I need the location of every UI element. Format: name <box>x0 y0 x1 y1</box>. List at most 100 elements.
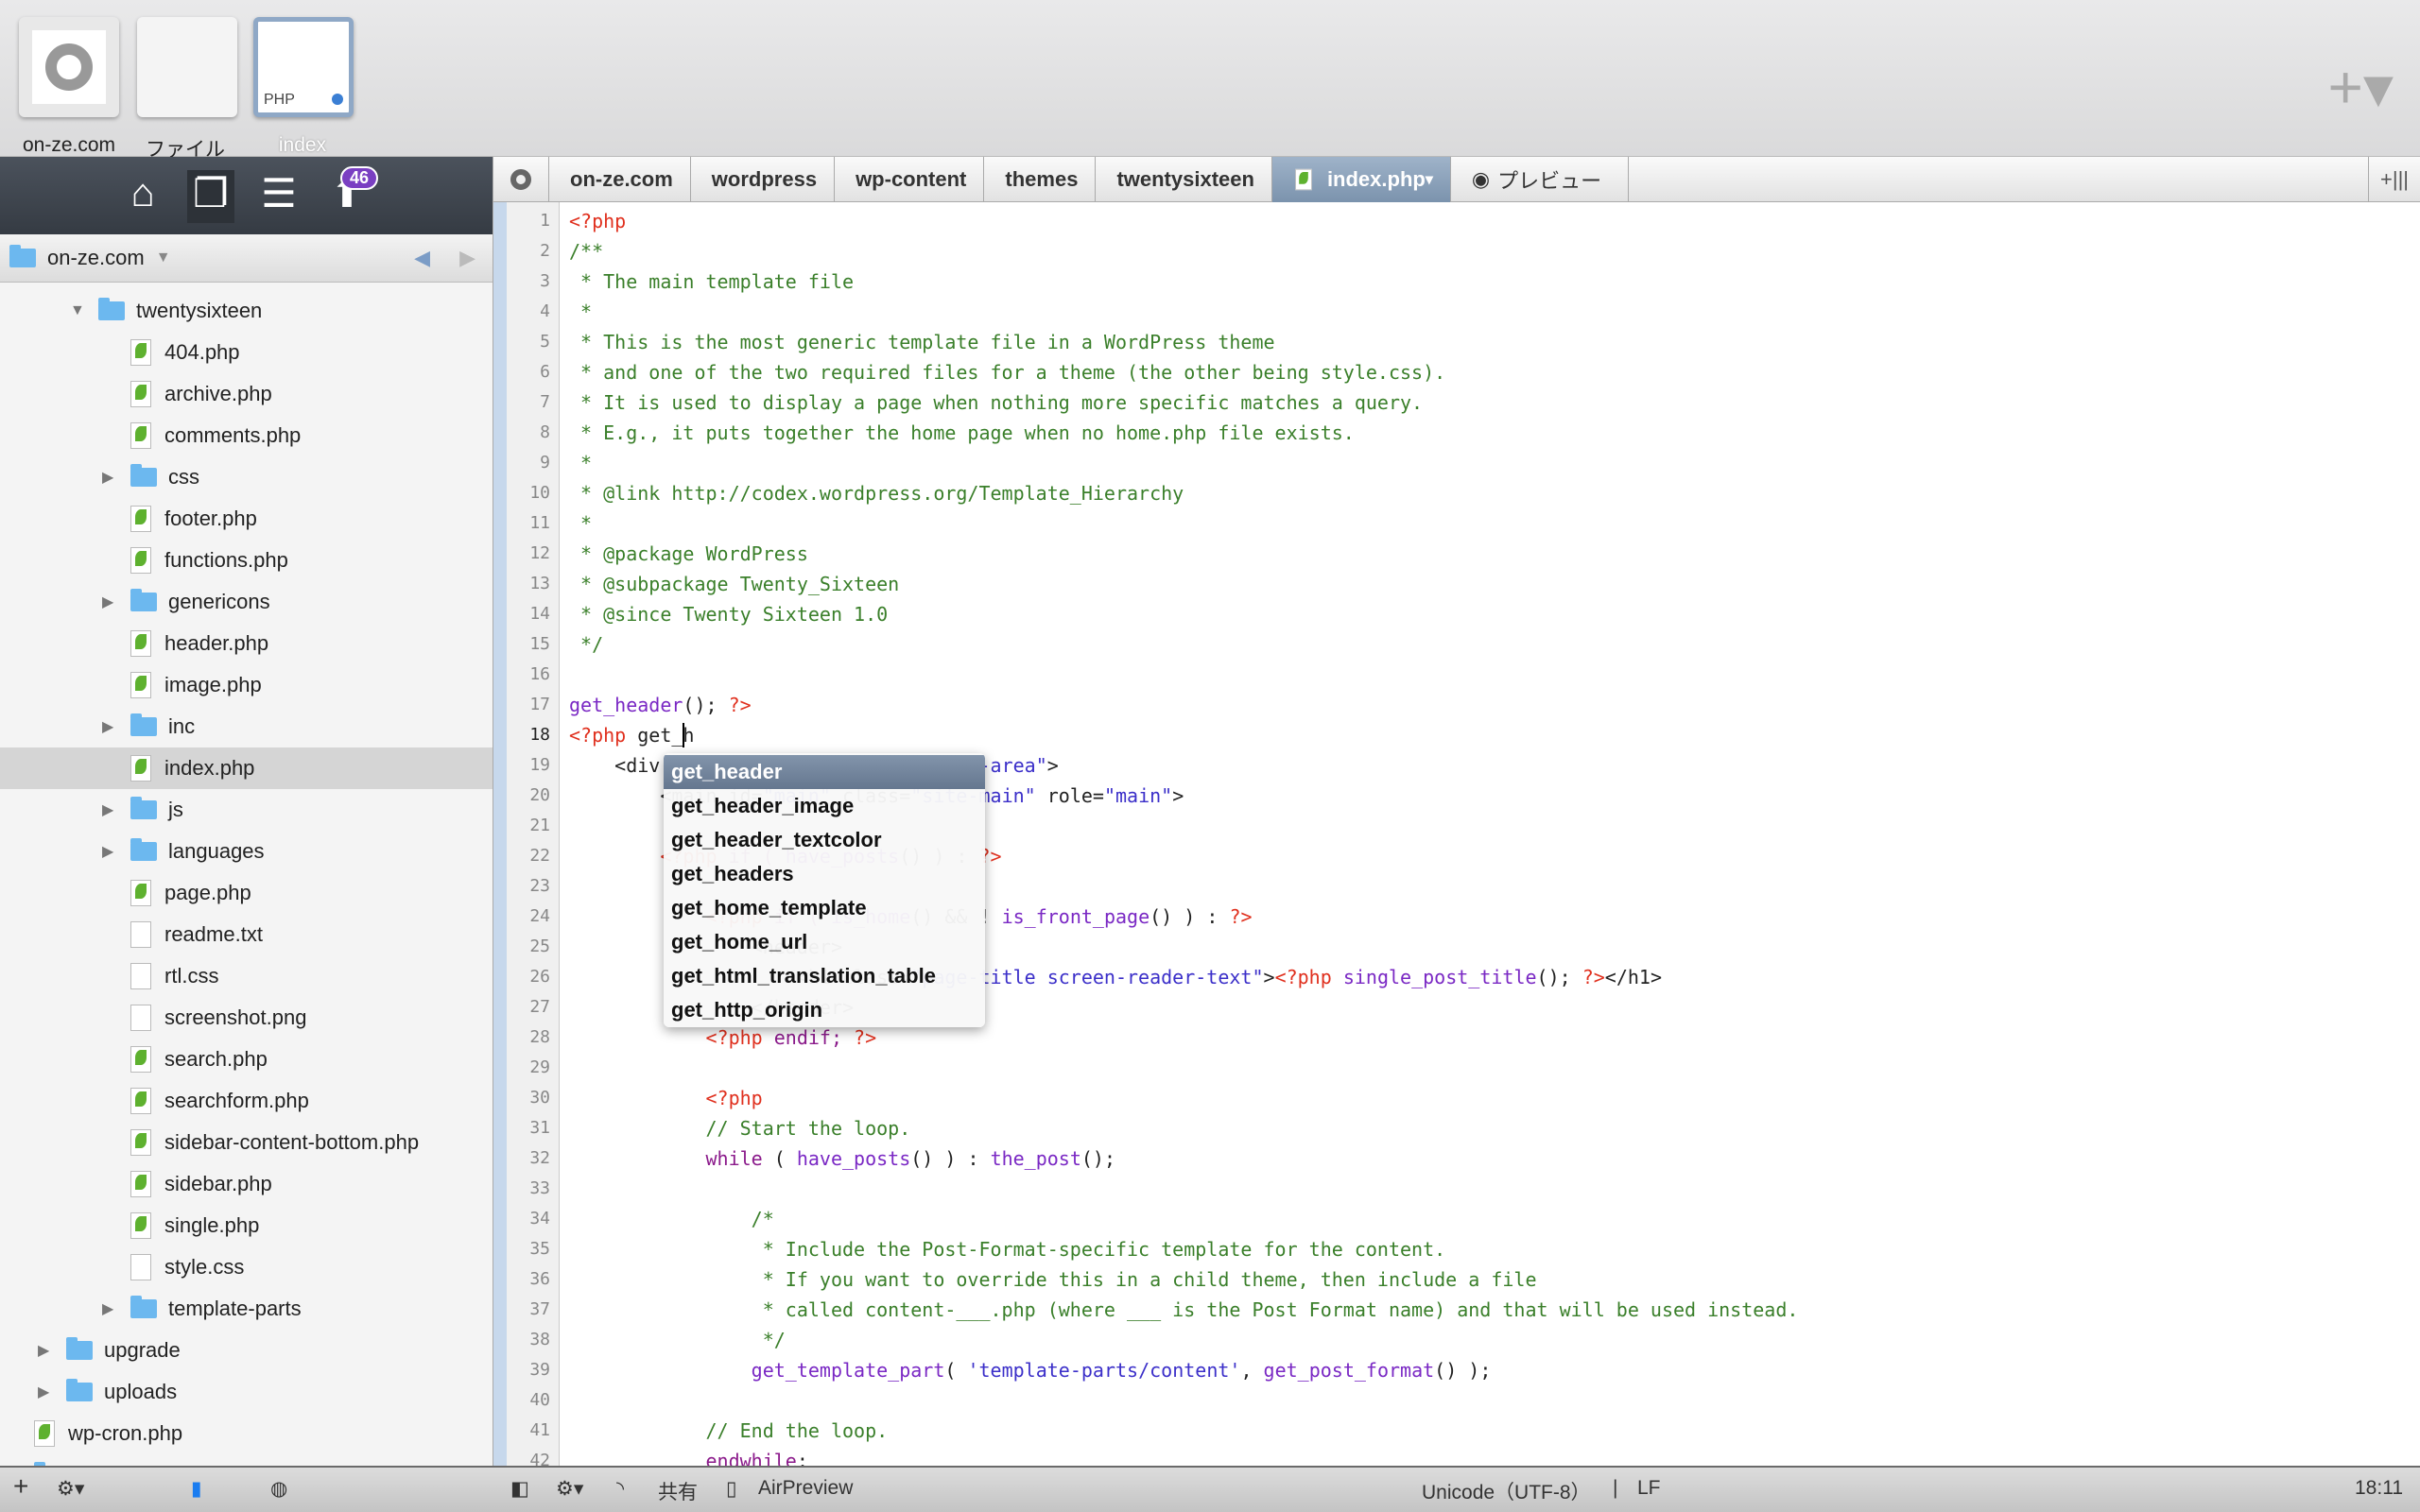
tree-item[interactable]: comments.php <box>0 415 493 456</box>
autocomplete-item[interactable]: get_header_image <box>664 789 985 823</box>
tree-item[interactable]: page.php <box>0 872 493 914</box>
code-line[interactable]: */ <box>569 1325 786 1355</box>
disclosure-closed-icon[interactable]: ▶ <box>102 800 113 819</box>
code-line[interactable]: while ( have_posts() ) : the_post(); <box>569 1143 1116 1174</box>
forward-icon[interactable]: ▶ <box>459 246 475 270</box>
code-line[interactable]: * <box>569 448 592 478</box>
code-line[interactable]: * E.g., it puts together the home page w… <box>569 418 1355 448</box>
share-button[interactable]: 共有 <box>658 1477 698 1505</box>
disclosure-open-icon[interactable]: ▼ <box>70 302 85 319</box>
autocomplete-item[interactable]: get_header <box>664 755 985 789</box>
breadcrumb-item[interactable]: index.php ▾ <box>1271 156 1451 202</box>
code-line[interactable]: * @package WordPress <box>569 539 808 569</box>
autocomplete-item[interactable]: get_header_textcolor <box>664 823 985 857</box>
code-line[interactable]: * and one of the two required files for … <box>569 357 1445 387</box>
code-line[interactable]: // End the loop. <box>569 1416 889 1446</box>
code-line[interactable]: * <box>569 297 592 327</box>
breadcrumb-item[interactable]: twentysixteen <box>1096 156 1272 202</box>
line-ending-selector[interactable]: LF <box>1637 1477 1661 1500</box>
autocomplete-item[interactable]: get_http_origin <box>664 993 985 1027</box>
tree-item[interactable]: functions.php <box>0 540 493 581</box>
code-line[interactable]: * Include the Post-Format-specific templ… <box>569 1234 1445 1264</box>
tree-item[interactable]: rtl.css <box>0 955 493 997</box>
code-line[interactable]: <?php get_h <box>569 720 694 750</box>
tree-item[interactable]: index.php <box>0 747 493 789</box>
panel-toggle-icon[interactable]: ◧ <box>510 1477 529 1501</box>
disclosure-closed-icon[interactable]: ▶ <box>102 717 113 736</box>
sidebar-root-selector[interactable]: on-ze.com ▼ ◀ ▶ <box>0 234 493 283</box>
tree-item[interactable]: screenshot.png <box>0 997 493 1039</box>
disclosure-closed-icon[interactable]: ▶ <box>38 1341 49 1360</box>
document-icon[interactable]: ☰ <box>255 170 302 223</box>
disclosure-closed-icon[interactable]: ▶ <box>102 842 113 861</box>
tree-item[interactable]: readme.txt <box>0 914 493 955</box>
session-thumb-site[interactable] <box>19 17 119 117</box>
session-thumb-files[interactable] <box>137 17 237 117</box>
tree-item[interactable]: searchform.php <box>0 1080 493 1122</box>
tree-item[interactable]: header.php <box>0 623 493 664</box>
tree-item[interactable]: single.php <box>0 1205 493 1246</box>
code-line[interactable]: * <box>569 508 592 539</box>
encoding-selector[interactable]: Unicode（UTF-8） <box>1422 1477 1591 1505</box>
tree-item[interactable]: ▶ js <box>0 789 493 831</box>
tree-item[interactable]: footer.php <box>0 498 493 540</box>
preview-button[interactable]: ◉ プレビュー <box>1451 156 1630 202</box>
code-line[interactable]: * This is the most generic template file… <box>569 327 1275 357</box>
globe-icon[interactable]: ◍ <box>270 1477 287 1501</box>
tree-item[interactable]: 404.php <box>0 332 493 373</box>
tree-item[interactable]: sidebar-content-bottom.php <box>0 1122 493 1163</box>
code-line[interactable]: endwhile; <box>569 1446 808 1466</box>
tree-item[interactable]: ▶ css <box>0 456 493 498</box>
code-line[interactable]: // Start the loop. <box>569 1113 911 1143</box>
files-icon[interactable]: ❐ <box>187 170 234 223</box>
disclosure-closed-icon[interactable]: ▶ <box>102 593 113 611</box>
chevron-down-icon[interactable]: ▾ <box>1426 170 1433 189</box>
tree-item[interactable]: ▶ template-parts <box>0 1288 493 1330</box>
add-session-plus-icon[interactable]: +▾ <box>2328 57 2394 117</box>
breadcrumb-item[interactable]: on-ze.com <box>549 156 691 202</box>
autocomplete-item[interactable]: get_headers <box>664 857 985 891</box>
code-line[interactable]: * @link http://codex.wordpress.org/Templ… <box>569 478 1184 508</box>
autocomplete-item[interactable]: get_home_url <box>664 925 985 959</box>
tree-item[interactable]: wp-cron.php <box>0 1413 493 1454</box>
disclosure-closed-icon[interactable]: ▶ <box>102 468 113 487</box>
code-line[interactable]: <?php <box>569 1083 763 1113</box>
session-thumb-index[interactable]: PHP <box>253 17 354 117</box>
code-line[interactable]: get_template_part( 'template-parts/conte… <box>569 1355 1492 1385</box>
code-line[interactable]: <?php <box>569 206 626 236</box>
code-line[interactable]: */ <box>569 629 603 660</box>
code-line[interactable]: /** <box>569 236 603 266</box>
breadcrumb-item[interactable]: wp-content <box>835 156 985 202</box>
tree-item[interactable]: ▶ genericons <box>0 581 493 623</box>
tree-item[interactable]: ▶ inc <box>0 706 493 747</box>
breadcrumb-item[interactable]: themes <box>984 156 1097 202</box>
tree-item[interactable]: image.php <box>0 664 493 706</box>
home-icon[interactable]: ⌂ <box>119 170 166 223</box>
broadcast-icon[interactable]: ◝ <box>616 1477 624 1501</box>
tree-item[interactable]: search.php <box>0 1039 493 1080</box>
code-line[interactable]: * The main template file <box>569 266 854 297</box>
tree-item[interactable]: ▼ twentysixteen <box>0 290 493 332</box>
code-line[interactable]: * called content-___.php (where ___ is t… <box>569 1295 1799 1325</box>
site-icon[interactable] <box>493 156 549 202</box>
airpreview-button[interactable]: AirPreview <box>758 1477 853 1500</box>
code-line[interactable]: get_header(); ?> <box>569 690 752 720</box>
autocomplete-item[interactable]: get_html_translation_table <box>664 959 985 993</box>
gear-icon[interactable]: ⚙▾ <box>556 1477 583 1501</box>
code-line[interactable]: /* <box>569 1204 774 1234</box>
gear-icon[interactable]: ⚙▾ <box>57 1477 84 1501</box>
tree-item[interactable]: ▶ upgrade <box>0 1330 493 1371</box>
sidebar-toggle-icon[interactable]: ▮ <box>191 1477 202 1501</box>
code-line[interactable]: * @subpackage Twenty_Sixteen <box>569 569 899 599</box>
add-icon[interactable]: + <box>13 1471 28 1502</box>
code-line[interactable]: * @since Twenty Sixteen 1.0 <box>569 599 888 629</box>
split-view-icon[interactable]: +||| <box>2368 156 2420 202</box>
autocomplete-item[interactable]: get_home_template <box>664 891 985 925</box>
disclosure-closed-icon[interactable]: ▶ <box>38 1383 49 1401</box>
tree-item[interactable]: ▶ uploads <box>0 1371 493 1413</box>
tree-item[interactable]: archive.php <box>0 373 493 415</box>
code-line[interactable]: * It is used to display a page when noth… <box>569 387 1423 418</box>
tree-item[interactable]: style.css <box>0 1246 493 1288</box>
back-icon[interactable]: ◀ <box>414 246 430 270</box>
code-line[interactable]: * If you want to override this in a chil… <box>569 1264 1537 1295</box>
